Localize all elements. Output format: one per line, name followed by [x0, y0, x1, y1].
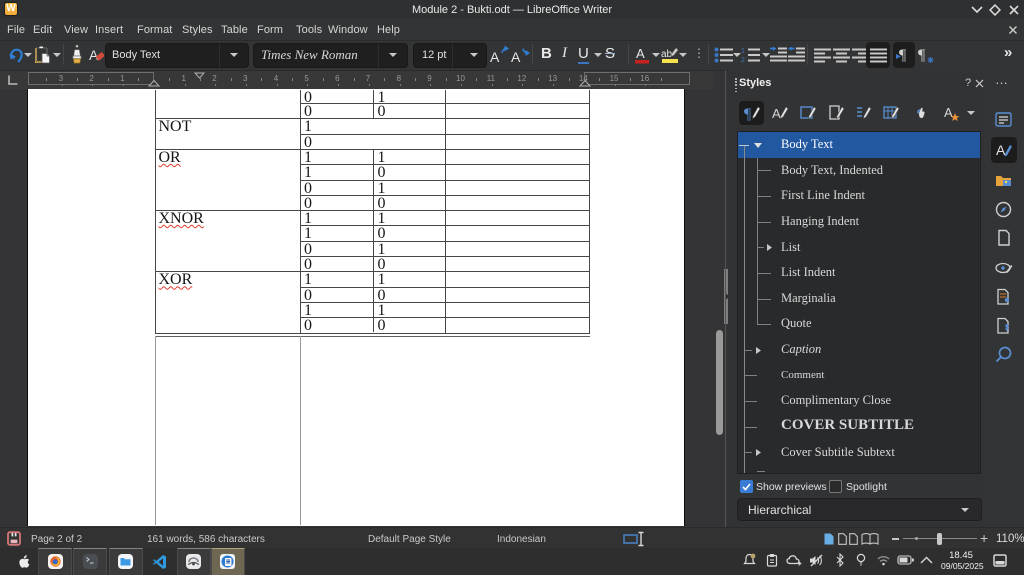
svg-text:¶: ¶ — [918, 47, 926, 64]
svg-text:2: 2 — [741, 57, 745, 63]
svg-text:A: A — [996, 142, 1006, 158]
svg-text:A: A — [944, 105, 953, 120]
svg-text:1: 1 — [741, 48, 745, 55]
svg-text:A: A — [511, 49, 521, 65]
svg-text:¶: ¶ — [899, 47, 907, 64]
svg-text:A: A — [490, 49, 500, 65]
svg-text:A: A — [89, 47, 99, 63]
svg-text:A: A — [772, 106, 781, 121]
svg-text:ab: ab — [661, 49, 673, 60]
svg-text:A: A — [636, 46, 645, 61]
svg-text:¶: ¶ — [744, 106, 752, 122]
